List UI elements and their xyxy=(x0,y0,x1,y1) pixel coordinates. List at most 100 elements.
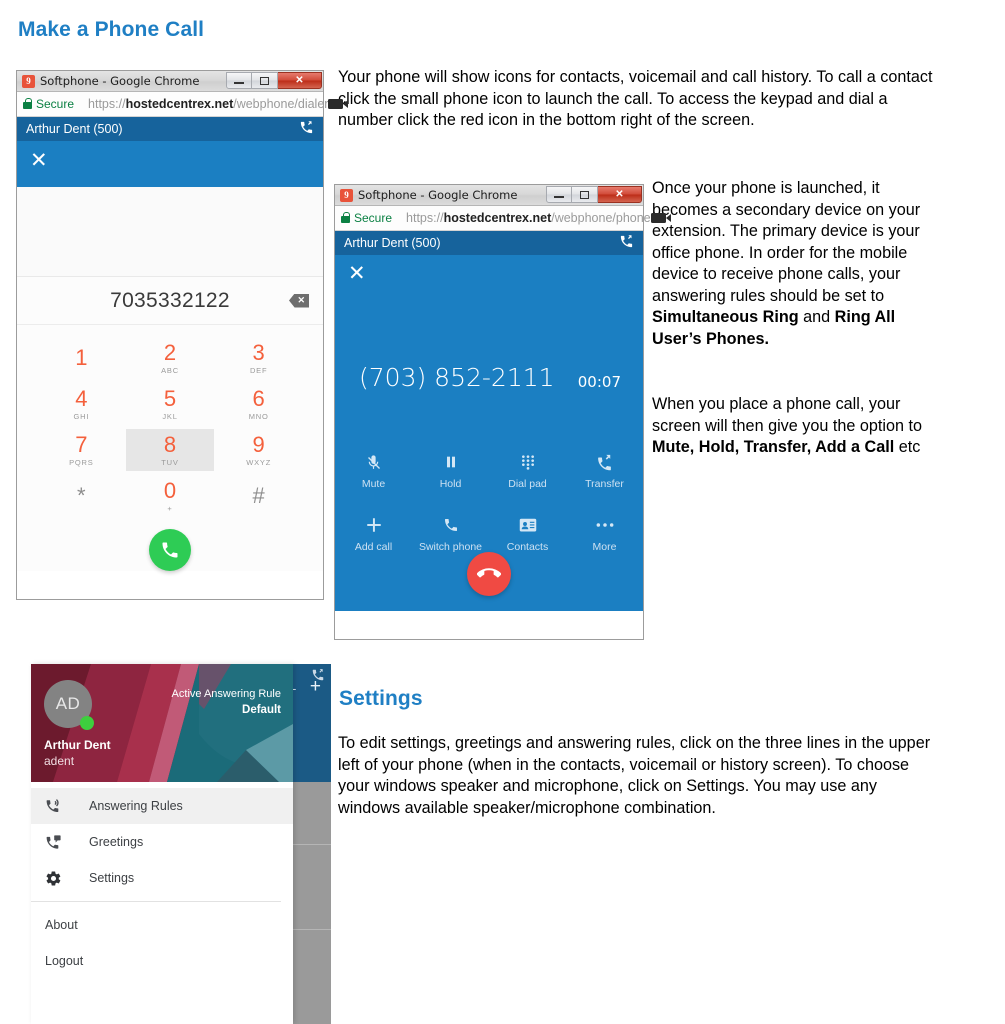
transfer-label: Transfer xyxy=(585,478,624,490)
dialpad-key-7[interactable]: 7 PQRS xyxy=(37,429,126,471)
minimize-button[interactable] xyxy=(546,186,572,203)
key-letters: PQRS xyxy=(69,457,94,467)
dialpad-key-2[interactable]: 2 ABC xyxy=(126,337,215,379)
p3-text-1: When you place a phone call, your screen… xyxy=(652,395,922,435)
dialer-window-controls[interactable]: ✕ xyxy=(226,72,322,89)
dialpad-label: Dial pad xyxy=(508,478,547,490)
dialpad-key-hash[interactable]: # xyxy=(214,475,303,517)
call-button-row xyxy=(17,521,323,571)
mute-button[interactable]: Mute xyxy=(335,451,412,490)
close-icon[interactable]: ✕ xyxy=(17,141,48,171)
url-scheme: https:// xyxy=(88,97,126,111)
p3-bold-options: Mute, Hold, Transfer, Add a Call xyxy=(652,438,895,456)
key-digit: # xyxy=(252,483,265,508)
plus-icon[interactable]: + xyxy=(310,676,321,698)
dialpad-button[interactable]: Dial pad xyxy=(489,451,566,490)
dialpad-key-0[interactable]: 0 + xyxy=(126,475,215,517)
dialer-browser-window[interactable]: 9 Softphone - Google Chrome ✕ Secure htt… xyxy=(16,70,349,600)
key-digit: 3 xyxy=(252,339,265,365)
phone-transfer-icon[interactable] xyxy=(619,234,634,252)
camera-icon[interactable] xyxy=(650,213,671,223)
dialpad-key-5[interactable]: 5 JKL xyxy=(126,383,215,425)
call-window-title: Softphone - Google Chrome xyxy=(358,188,518,202)
phone-behind-drawer: - + xyxy=(289,664,331,782)
more-icon xyxy=(595,514,615,536)
contacts-icon xyxy=(519,514,537,536)
user-name: Arthur Dent xyxy=(44,738,111,752)
phone-icon xyxy=(443,514,459,536)
phone-transfer-icon[interactable] xyxy=(299,120,314,138)
dialpad-key-3[interactable]: 3 DEF xyxy=(214,337,303,379)
user-login: adent xyxy=(44,754,75,768)
answering-rules-icon xyxy=(45,798,71,815)
menu-item-label: Settings xyxy=(89,871,135,885)
add-call-button[interactable]: Add call xyxy=(335,514,412,553)
extension-label: Arthur Dent (500) xyxy=(344,236,441,250)
call-window-controls[interactable]: ✕ xyxy=(546,186,642,203)
menu-item-greetings[interactable]: Greetings xyxy=(31,824,293,860)
call-url-bar[interactable]: Secure https:// hostedcentrex.net /webph… xyxy=(335,206,671,231)
mute-label: Mute xyxy=(361,478,386,490)
dialpad-keypad[interactable]: 1 2 ABC 3 DEF 4 GHI 5 JKL 6 MNO 7 PQRS 8 TUV 9 WXYZ * 0 + # xyxy=(17,325,323,521)
dialpad-key-star[interactable]: * xyxy=(37,475,126,517)
menu-item-label: Answering Rules xyxy=(89,799,183,813)
menu-item-about[interactable]: About xyxy=(31,907,293,943)
end-call-row xyxy=(335,552,643,596)
menu-item-answering-rules[interactable]: Answering Rules xyxy=(31,788,293,824)
p2-text-mid: and xyxy=(798,308,835,326)
dialpad-key-1[interactable]: 1 xyxy=(37,337,126,379)
call-browser-window[interactable]: 9 Softphone - Google Chrome ✕ Secure htt… xyxy=(334,184,671,640)
settings-drawer[interactable]: AD Arthur Dent adent Active Answering Ru… xyxy=(31,664,293,1024)
dimmed-overlay-column xyxy=(289,782,331,1024)
contacts-button[interactable]: Contacts xyxy=(489,514,566,553)
dialpad-key-8[interactable]: 8 TUV xyxy=(125,429,215,471)
key-digit: 0 xyxy=(163,477,177,503)
page-title: Make a Phone Call xyxy=(18,18,205,41)
minimize-button[interactable] xyxy=(226,72,252,89)
key-digit: 2 xyxy=(163,339,177,365)
call-app-header: Arthur Dent (500) xyxy=(335,231,643,255)
dialpad-key-9[interactable]: 9 WXYZ xyxy=(214,429,303,471)
hold-button[interactable]: Hold xyxy=(412,451,489,490)
settings-section-title: Settings xyxy=(339,687,423,710)
end-call-button[interactable] xyxy=(467,552,511,596)
maximize-button[interactable] xyxy=(572,186,598,203)
dialpad-icon xyxy=(520,451,536,473)
settings-drawer-screenshot[interactable]: - + AD Arthur Dent adent Active Answerin… xyxy=(31,664,331,1024)
dialpad-key-6[interactable]: 6 MNO xyxy=(214,383,303,425)
more-button[interactable]: More xyxy=(566,514,643,553)
dialer-blue-subheader: ✕ xyxy=(17,141,323,187)
dialer-number-display[interactable]: 7035332122 ✕ xyxy=(17,277,323,325)
backspace-icon[interactable]: ✕ xyxy=(289,293,309,308)
call-titlebar[interactable]: 9 Softphone - Google Chrome ✕ xyxy=(335,185,643,206)
url-host: hostedcentrex.net xyxy=(125,97,234,111)
dialer-titlebar[interactable]: 9 Softphone - Google Chrome ✕ xyxy=(17,71,323,92)
maximize-button[interactable] xyxy=(252,72,278,89)
close-icon[interactable]: ✕ xyxy=(335,255,366,284)
paragraph-phone-icons: Your phone will show icons for contacts,… xyxy=(338,68,933,129)
dialer-url-bar[interactable]: Secure https:// hostedcentrex.net /webph… xyxy=(17,92,349,117)
dialer-app-header: Arthur Dent (500) xyxy=(17,117,323,141)
camera-icon[interactable] xyxy=(328,99,349,109)
key-letters: ABC xyxy=(161,365,179,375)
secure-label: Secure xyxy=(36,97,75,111)
dialpad-key-4[interactable]: 4 GHI xyxy=(37,383,126,425)
key-digit: 4 xyxy=(75,385,88,411)
transfer-button[interactable]: Transfer xyxy=(566,451,643,490)
key-letters: WXYZ xyxy=(246,457,272,467)
key-letters: JKL xyxy=(162,411,178,421)
key-digit: * xyxy=(77,483,86,508)
close-window-button[interactable]: ✕ xyxy=(278,72,322,89)
p2-bold-simultaneous-ring: Simultaneous Ring xyxy=(652,308,799,326)
close-window-button[interactable]: ✕ xyxy=(598,186,642,203)
place-call-button[interactable] xyxy=(149,529,191,571)
dialer-window-title: Softphone - Google Chrome xyxy=(40,74,200,88)
menu-item-logout[interactable]: Logout xyxy=(31,943,293,979)
menu-item-settings[interactable]: Settings xyxy=(31,860,293,896)
url-host: hostedcentrex.net xyxy=(443,211,552,225)
key-letters: MNO xyxy=(248,411,269,421)
switch-phone-button[interactable]: Switch phone xyxy=(412,514,489,553)
chrome-favicon-icon: 9 xyxy=(22,74,35,88)
menu-item-label: Greetings xyxy=(89,835,144,849)
drawer-profile-header: AD Arthur Dent adent Active Answering Ru… xyxy=(31,664,293,782)
